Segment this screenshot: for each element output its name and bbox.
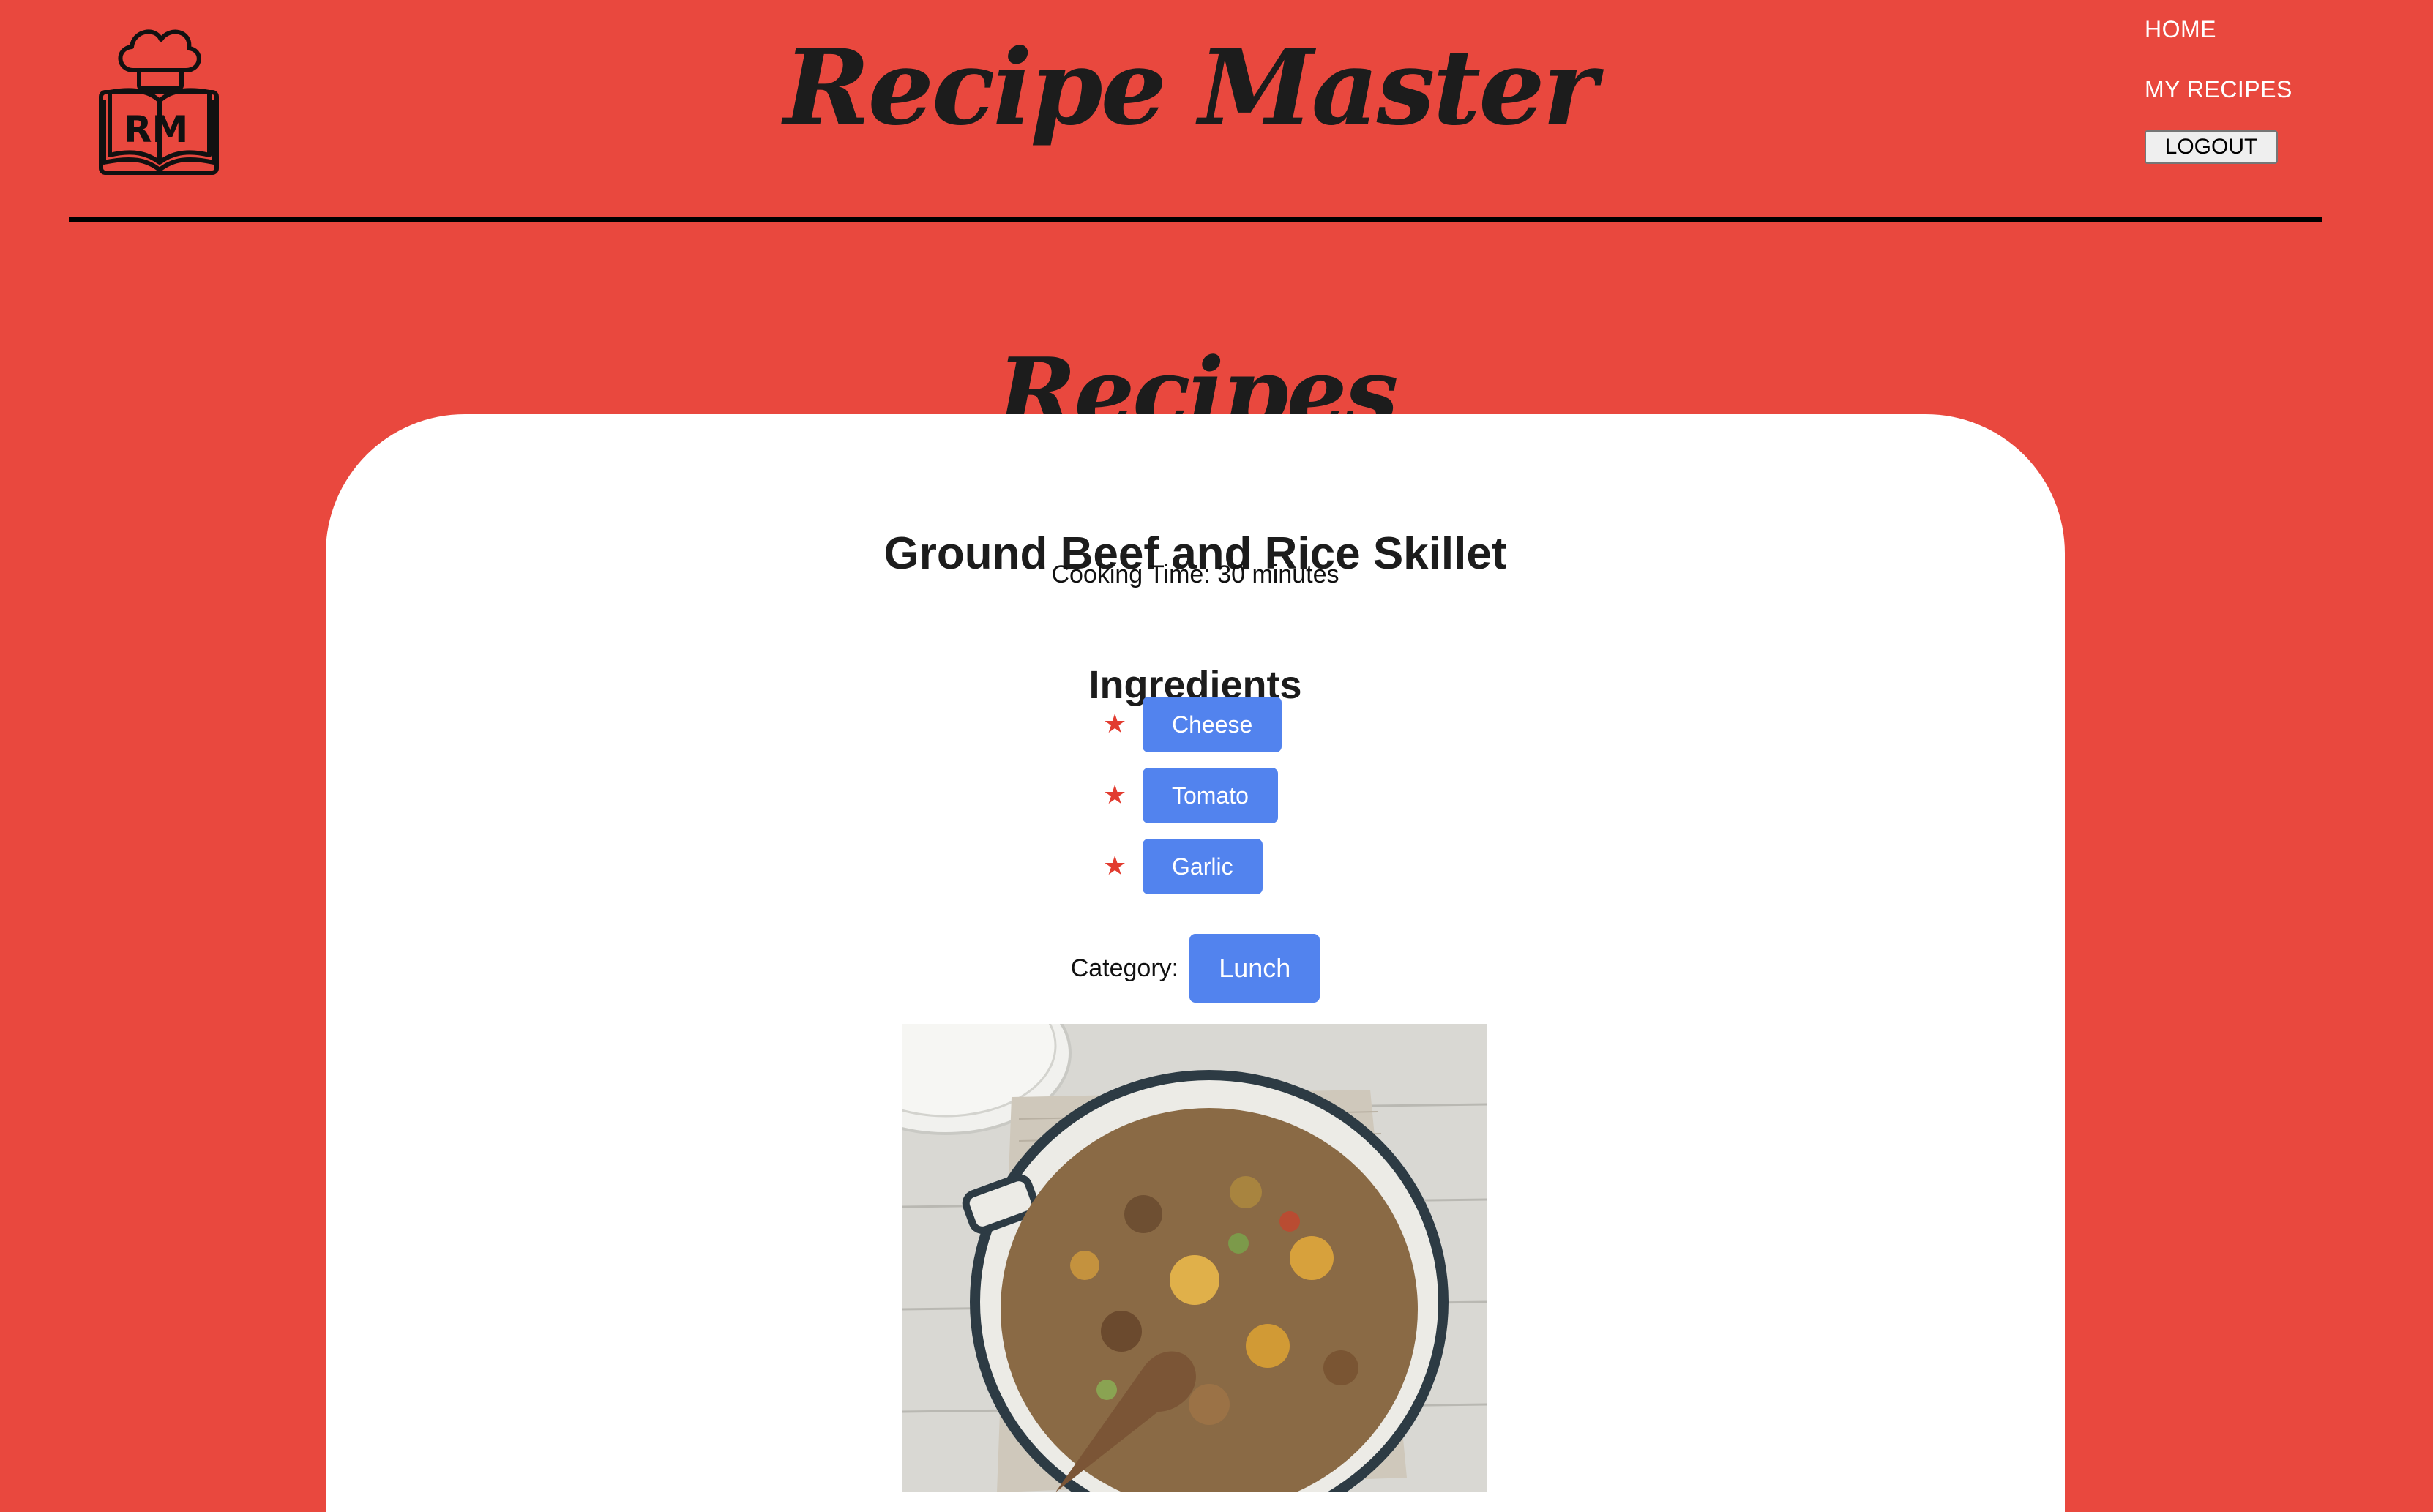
category-label: Category: <box>1070 954 1179 982</box>
site-header: RM Recipe Master HOME MY RECIPES LOGOUT <box>0 0 2433 227</box>
site-title: Recipe Master <box>783 27 1598 149</box>
nav-my-recipes-link[interactable]: MY RECIPES <box>2145 73 2364 133</box>
nav-home-link[interactable]: HOME <box>2145 13 2364 73</box>
star-icon: ★ <box>1103 851 1127 881</box>
ingredient-chip-tomato[interactable]: Tomato <box>1143 768 1278 823</box>
ingredient-chip-cheese[interactable]: Cheese <box>1143 697 1282 752</box>
star-icon: ★ <box>1103 780 1127 810</box>
category-row: Category: Lunch <box>326 934 2065 1003</box>
ingredient-chip-garlic[interactable]: Garlic <box>1143 839 1263 894</box>
header-divider <box>69 217 2322 222</box>
logout-button[interactable]: LOGOUT <box>2145 130 2278 164</box>
recipe-photo <box>902 1024 1487 1492</box>
star-icon: ★ <box>1103 709 1127 739</box>
category-chip[interactable]: Lunch <box>1189 934 1320 1003</box>
cooking-time: Cooking Time: 30 minutes <box>1051 561 1339 588</box>
skillet-image <box>902 1024 1487 1492</box>
recipe-card: Ground Beef and Rice Skillet Cooking Tim… <box>326 414 2065 1512</box>
main-nav: HOME MY RECIPES LOGOUT <box>2145 13 2364 164</box>
